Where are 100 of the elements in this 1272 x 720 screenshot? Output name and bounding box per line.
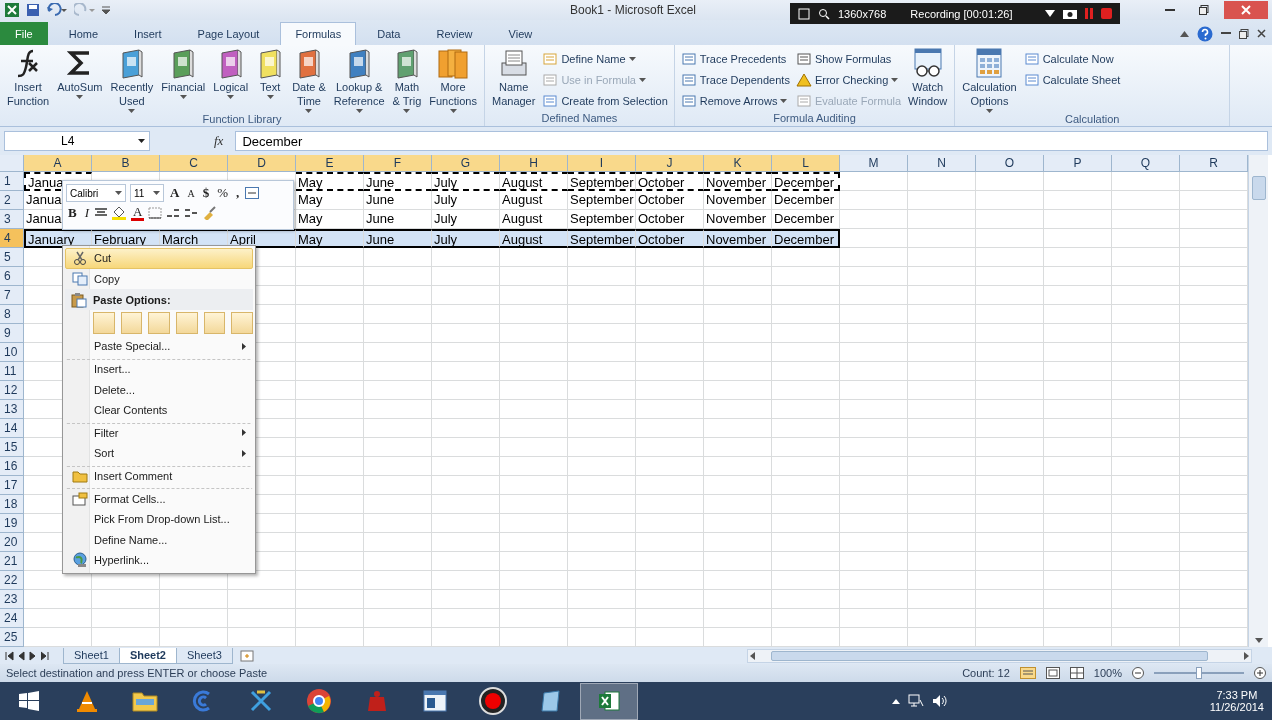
menu-item[interactable]: Cut [65,248,253,269]
ribbon-button[interactable]: Remove Arrows [678,91,792,111]
row-header[interactable]: 12 [0,381,24,400]
ribbon-button[interactable]: Math & Trig [389,47,425,113]
column-header[interactable]: E [296,155,364,172]
name-box[interactable]: L4 [4,131,150,151]
row-header[interactable]: 2 [0,191,24,210]
ribbon-button[interactable]: Calculation Options [959,47,1020,113]
sheet-tab[interactable]: Sheet2 [118,647,177,664]
ribbon-button[interactable]: Date & Time [289,47,329,113]
vertical-scrollbar[interactable] [1248,155,1268,647]
menu-item[interactable]: Insert... [65,358,253,380]
paste-formulas-icon[interactable] [148,312,170,335]
row-header[interactable]: 23 [0,590,24,609]
column-header[interactable]: K [704,155,772,172]
ribbon-button[interactable]: Trace Dependents [678,70,792,90]
percent-button[interactable]: % [215,185,230,201]
column-header[interactable]: M [840,155,908,172]
row-header[interactable]: 24 [0,609,24,628]
formula-field[interactable]: December [235,131,1268,151]
ribbon-button[interactable]: Logical [210,47,252,113]
row-header[interactable]: 9 [0,324,24,343]
ribbon-tab[interactable]: Page Layout [182,22,275,45]
row-header[interactable]: 3 [0,210,24,229]
ribbon-button[interactable]: Error Checking [793,70,904,90]
row-header[interactable]: 21 [0,552,24,571]
row-header[interactable]: 18 [0,495,24,514]
comma-button[interactable]: , [233,185,242,201]
ribbon-button[interactable]: Calculate Now [1021,49,1123,69]
paste-link-icon[interactable] [231,312,254,335]
column-header[interactable]: H [500,155,568,172]
column-header[interactable]: Q [1112,155,1180,172]
shrink-font-button[interactable]: A [185,187,197,199]
scroll-thumb[interactable] [1251,176,1266,200]
row-header[interactable]: 25 [0,628,24,647]
column-header[interactable]: P [1044,155,1112,172]
menu-item[interactable]: Filter [65,422,253,444]
sheet-tab[interactable]: Sheet3 [175,647,233,664]
row-header[interactable]: 1 [0,172,24,191]
row-header[interactable]: 19 [0,514,24,533]
ribbon-button[interactable]: AutoSum [54,47,106,113]
ribbon-button[interactable]: Watch Window [905,47,951,112]
ribbon-button[interactable]: Lookup & Reference [330,47,388,113]
menu-item[interactable]: Hyperlink... [65,550,253,571]
menu-item[interactable]: Format Cells... [65,488,253,509]
column-header[interactable]: F [364,155,432,172]
menu-item[interactable]: Insert Comment [65,465,253,487]
menu-item[interactable]: Paste Special... [65,336,253,357]
row-header[interactable]: 6 [0,267,24,286]
row-header[interactable]: 20 [0,533,24,552]
column-header[interactable]: D [228,155,296,172]
ribbon-button[interactable]: More Functions [426,47,480,113]
column-header[interactable]: L [772,155,840,172]
close-button[interactable] [1224,1,1268,19]
fx-button[interactable]: fx [154,133,232,149]
paste-formatting-icon[interactable] [203,312,226,335]
ribbon-tab[interactable]: Formulas [280,22,357,45]
menu-item[interactable]: Sort [65,443,253,464]
ribbon-button[interactable]: Define Name [540,49,670,69]
row-header[interactable]: 7 [0,286,24,305]
zoom-slider-thumb[interactable] [1196,667,1202,679]
column-header[interactable]: G [432,155,500,172]
ribbon-button[interactable]: Trace Precedents [678,49,792,69]
menu-item[interactable]: Clear Contents [65,399,253,421]
taskbar-app[interactable] [580,682,638,720]
row-header[interactable]: 17 [0,476,24,495]
ribbon-button[interactable]: Calculate Sheet [1021,70,1123,90]
ribbon-button[interactable]: Name Manager [489,47,539,112]
ribbon-tab[interactable]: Data [362,22,416,45]
currency-button[interactable]: $ [200,185,212,201]
font-size-field[interactable]: 11 [130,184,164,202]
row-header[interactable]: 15 [0,438,24,457]
font-color-button[interactable]: A [131,205,145,221]
row-header[interactable]: 16 [0,457,24,476]
row-header[interactable]: 11 [0,362,24,381]
menu-item[interactable]: Define Name... [65,529,253,551]
paste-values-icon[interactable] [120,312,143,335]
menu-item[interactable]: Pick From Drop-down List... [65,508,253,530]
column-header[interactable]: B [92,155,160,172]
ribbon-button[interactable]: Text [253,47,288,113]
paste-icon[interactable] [93,312,115,335]
ribbon-tab[interactable]: Review [421,22,488,45]
column-header[interactable]: J [636,155,704,172]
select-all-corner[interactable] [0,155,24,172]
file-tab[interactable]: File [0,22,48,45]
column-header[interactable]: O [976,155,1044,172]
row-header[interactable]: 4 [0,229,24,248]
column-header[interactable]: R [1180,155,1248,172]
menu-item[interactable]: Copy [65,268,253,290]
ribbon-tab[interactable]: Insert [119,22,177,45]
ribbon-button[interactable]: Create from Selection [540,91,670,111]
ribbon-button[interactable]: Show Formulas [793,49,904,69]
column-header[interactable]: N [908,155,976,172]
horizontal-scrollbar[interactable] [747,648,1252,663]
menu-item[interactable]: Delete... [65,379,253,400]
paste-transpose-icon[interactable] [176,312,198,335]
row-header[interactable]: 22 [0,571,24,590]
ribbon-button[interactable]: Insert Function [4,47,53,113]
row-header[interactable]: 8 [0,305,24,324]
sheet-tab[interactable]: Sheet1 [63,647,120,664]
